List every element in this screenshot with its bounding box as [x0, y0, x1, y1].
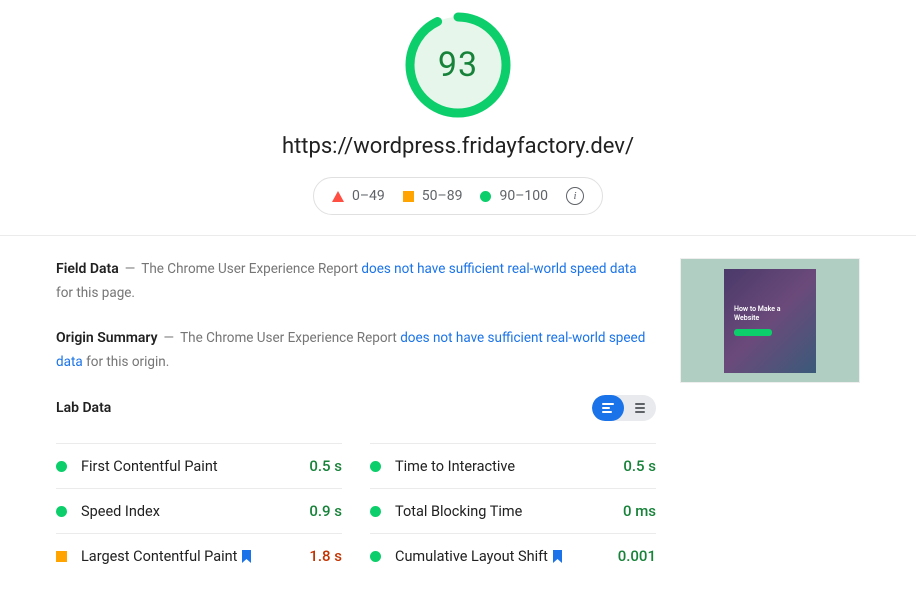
metric-row[interactable]: Total Blocking Time0 ms [370, 488, 656, 533]
status-icon [370, 461, 381, 472]
metric-row[interactable]: First Contentful Paint0.5 s [56, 443, 342, 488]
status-icon [370, 506, 381, 517]
bookmark-icon [241, 550, 251, 563]
page-screenshot-thumbnail: How to Make aWebsite [680, 258, 860, 383]
info-icon[interactable]: i [566, 187, 584, 205]
metric-name: Speed Index [81, 503, 309, 520]
field-data-link[interactable]: does not have sufficient real-world spee… [361, 261, 636, 277]
field-data-title: Field Data [56, 261, 119, 277]
performance-gauge: 93 [403, 10, 513, 120]
legend-poor: 0–49 [332, 188, 385, 204]
view-toggle[interactable] [592, 395, 656, 421]
score-legend: 0–49 50–89 90–100 i [313, 177, 603, 215]
status-icon [56, 551, 67, 562]
bookmark-icon [552, 550, 562, 563]
status-icon [56, 506, 67, 517]
view-toggle-compact[interactable] [624, 395, 656, 421]
metric-value: 0.001 [618, 547, 656, 565]
field-data-section: Field Data—The Chrome User Experience Re… [56, 258, 656, 305]
metric-name: Time to Interactive [395, 458, 623, 475]
lab-data-title: Lab Data [56, 400, 111, 416]
legend-average: 50–89 [403, 188, 463, 204]
origin-summary-section: Origin Summary—The Chrome User Experienc… [56, 327, 656, 374]
triangle-icon [332, 191, 344, 202]
metric-value: 0.5 s [309, 457, 342, 475]
metric-name: Largest Contentful Paint [81, 548, 309, 565]
metric-row[interactable]: Cumulative Layout Shift0.001 [370, 533, 656, 578]
metric-name: Cumulative Layout Shift [395, 548, 618, 565]
metric-value: 1.8 s [309, 547, 342, 565]
view-toggle-expanded[interactable] [592, 395, 624, 421]
metric-value: 0.9 s [309, 502, 342, 520]
metric-value: 0 ms [623, 502, 656, 520]
origin-summary-title: Origin Summary [56, 330, 158, 346]
metric-row[interactable]: Speed Index0.9 s [56, 488, 342, 533]
status-icon [56, 461, 67, 472]
metric-value: 0.5 s [623, 457, 656, 475]
metric-name: Total Blocking Time [395, 503, 623, 520]
square-icon [403, 191, 414, 202]
tested-url: https://wordpress.fridayfactory.dev/ [0, 134, 916, 159]
circle-icon [480, 191, 491, 202]
performance-score: 93 [438, 45, 478, 85]
status-icon [370, 551, 381, 562]
metric-name: First Contentful Paint [81, 458, 309, 475]
metric-row[interactable]: Largest Contentful Paint1.8 s [56, 533, 342, 578]
metric-row[interactable]: Time to Interactive0.5 s [370, 443, 656, 488]
legend-good: 90–100 [480, 188, 548, 204]
